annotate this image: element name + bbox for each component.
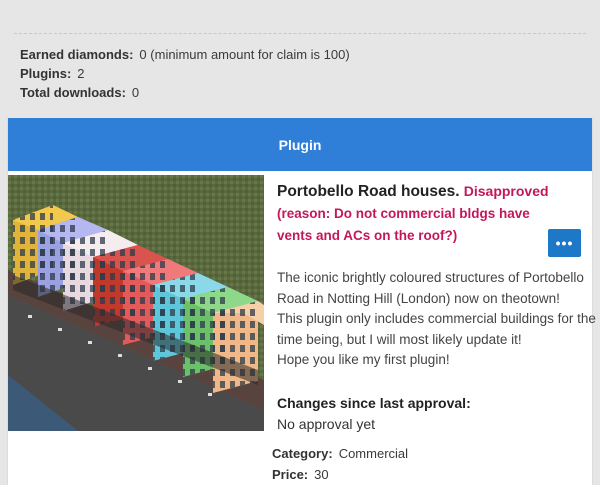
plugin-title[interactable]: Portobello Road houses. xyxy=(277,183,460,200)
downloads-row: Total downloads: 0 xyxy=(20,83,350,102)
title-line: Portobello Road houses. Disapproved xyxy=(277,180,595,203)
plugin-preview-image xyxy=(8,175,264,431)
changes-label: Changes since last approval: xyxy=(277,395,471,411)
plugins-label: Plugins: xyxy=(20,66,72,81)
category-row: Category: Commercial xyxy=(272,443,408,464)
price-row: Price: 30 xyxy=(272,464,408,485)
plugin-thumbnail[interactable] xyxy=(8,175,264,431)
divider xyxy=(14,33,586,34)
plugin-description: The iconic brightly coloured structures … xyxy=(277,268,597,371)
ellipsis-icon: ••• xyxy=(555,235,574,251)
downloads-label: Total downloads: xyxy=(20,85,126,100)
plugin-panel: Plugin Portobello Road houses. Disapprov… xyxy=(7,118,596,485)
description-line: Hope you like my first plugin! xyxy=(277,352,450,367)
earned-diamonds-label: Earned diamonds: xyxy=(20,47,134,62)
earned-diamonds-note: (minimum amount for claim is 100) xyxy=(150,47,350,62)
price-value: 30 xyxy=(314,467,329,482)
changes-value: No approval yet xyxy=(277,416,376,432)
category-label: Category: xyxy=(272,446,333,461)
disapproval-reason: (reason: Do not commercial bldgs have ve… xyxy=(277,206,530,243)
earned-diamonds-value: 0 xyxy=(139,47,147,62)
status-badge: Disapproved xyxy=(463,183,549,199)
downloads-value: 0 xyxy=(131,85,140,100)
plugins-row: Plugins: 2 xyxy=(20,64,350,83)
account-stats: Earned diamonds: 0 (minimum amount for cl… xyxy=(20,45,350,102)
price-label: Price: xyxy=(272,467,309,482)
description-line: The iconic brightly coloured structures … xyxy=(277,270,584,306)
earned-diamonds-row: Earned diamonds: 0 (minimum amount for cl… xyxy=(20,45,350,64)
plugin-meta: Category: Commercial Price: 30 xyxy=(272,443,408,485)
description-line: This plugin only includes commercial bui… xyxy=(277,311,596,347)
plugins-value: 2 xyxy=(77,66,85,81)
panel-header: Plugin xyxy=(8,118,592,171)
more-options-button[interactable]: ••• xyxy=(548,229,581,257)
category-value: Commercial xyxy=(338,446,409,461)
